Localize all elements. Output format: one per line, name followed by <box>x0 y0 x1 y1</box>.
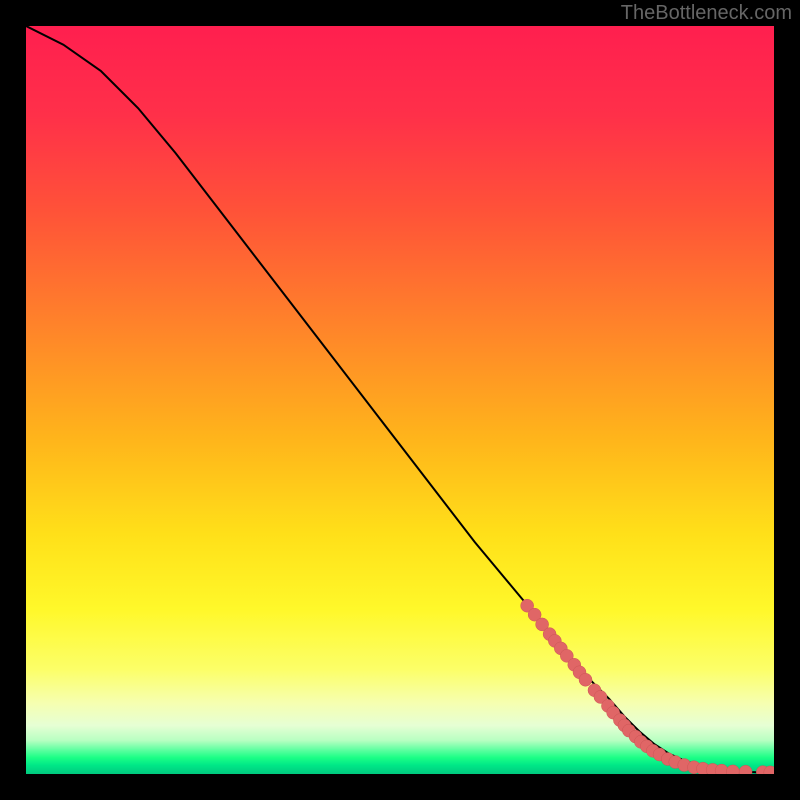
data-marker <box>579 673 592 686</box>
chart-svg <box>26 26 774 774</box>
plot-area <box>26 26 774 774</box>
gradient-background <box>26 26 774 774</box>
watermark-text: TheBottleneck.com <box>621 2 792 25</box>
chart-frame: TheBottleneck.com <box>0 0 800 800</box>
